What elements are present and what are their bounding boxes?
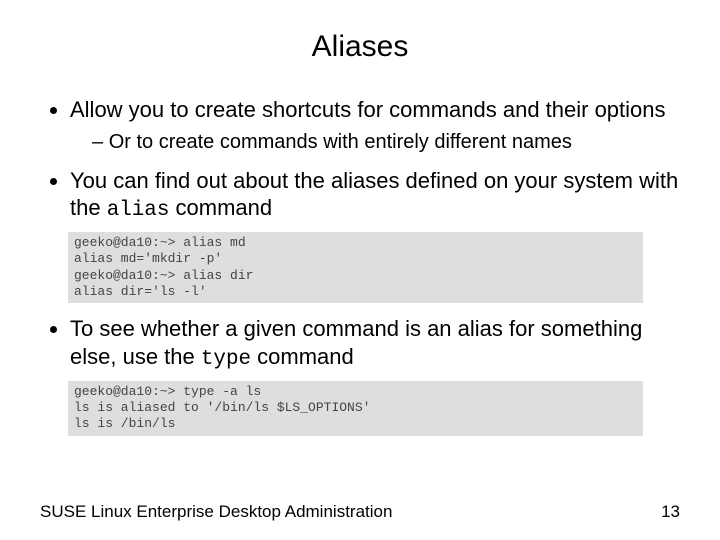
sub-bullet-text: Or to create commands with entirely diff… xyxy=(109,131,572,153)
slide: Aliases Allow you to create shortcuts fo… xyxy=(0,0,720,540)
bullet-list-2: To see whether a given command is an ali… xyxy=(40,315,680,373)
inline-code-type: type xyxy=(201,348,251,371)
bullet-item-3: To see whether a given command is an ali… xyxy=(70,315,680,373)
sub-bullet-item: Or to create commands with entirely diff… xyxy=(92,130,680,155)
slide-content: Allow you to create shortcuts for comman… xyxy=(0,74,720,436)
footer-left: SUSE Linux Enterprise Desktop Administra… xyxy=(40,502,392,522)
bullet-item-2: You can find out about the aliases defin… xyxy=(70,167,680,225)
slide-footer: SUSE Linux Enterprise Desktop Administra… xyxy=(40,502,680,522)
terminal-output-1: geeko@da10:~> alias md alias md='mkdir -… xyxy=(68,232,643,303)
bullet-text-post: command xyxy=(251,344,354,369)
bullet-text-post: command xyxy=(169,195,272,220)
bullet-item-1: Allow you to create shortcuts for comman… xyxy=(70,96,680,155)
bullet-text-pre: To see whether a given command is an ali… xyxy=(70,316,642,369)
terminal-output-2: geeko@da10:~> type -a ls ls is aliased t… xyxy=(68,381,643,436)
bullet-text: Allow you to create shortcuts for comman… xyxy=(70,97,666,122)
page-number: 13 xyxy=(661,502,680,522)
sub-bullet-list: Or to create commands with entirely diff… xyxy=(70,130,680,155)
bullet-list: Allow you to create shortcuts for comman… xyxy=(40,96,680,224)
inline-code-alias: alias xyxy=(107,199,170,222)
slide-title: Aliases xyxy=(0,0,720,74)
